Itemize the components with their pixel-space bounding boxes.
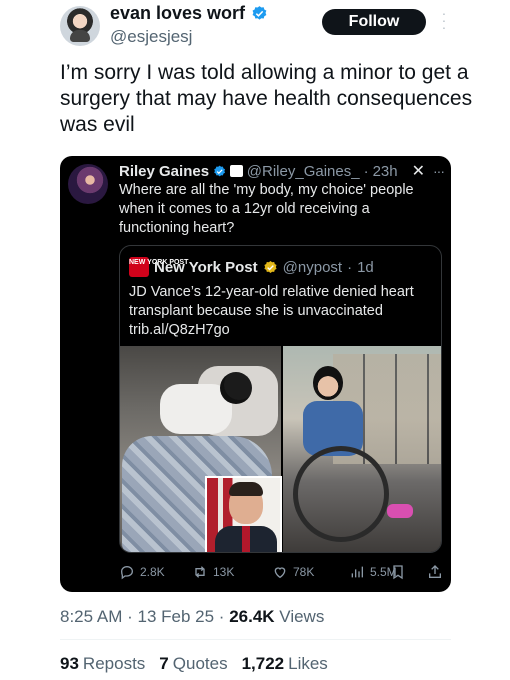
- likes-stat[interactable]: 1,722 Likes: [242, 654, 328, 674]
- more-options-icon[interactable]: · · ·: [440, 6, 448, 34]
- gold-verified-badge-icon: [264, 260, 277, 273]
- quoted-tweet-text: JD Vance’s 12-year-old relative denied h…: [129, 284, 414, 338]
- embedded-author-handle[interactable]: @Riley_Gaines_: [247, 163, 360, 180]
- heart-icon: [274, 567, 286, 579]
- photo-girl-wheelchair[interactable]: [283, 346, 441, 552]
- embedded-tweet-card[interactable]: Riley Gaines @Riley_Gaines_ · 23h ✕ ··· …: [60, 156, 451, 592]
- like-count: 78K: [293, 565, 315, 579]
- quotes-stat[interactable]: 7 Quotes: [159, 654, 227, 674]
- views-label: Views: [279, 607, 325, 626]
- reposts-label: Reposts: [82, 654, 146, 673]
- embedded-author-avatar[interactable]: [68, 164, 108, 204]
- separator-dot: ·: [347, 258, 353, 276]
- reposts-count: 93: [60, 654, 79, 673]
- repost-count: 13K: [213, 565, 235, 579]
- share-icon: [429, 565, 441, 578]
- embedded-author-row: Riley Gaines @Riley_Gaines_ · 23h ✕ ···: [119, 161, 445, 181]
- embedded-action-bar: 2.8K 13K 78K 5.5M: [60, 560, 451, 586]
- engagement-stats: 93 Reposts 7 Quotes 1,722 Likes: [60, 654, 328, 674]
- author-display-name[interactable]: evan loves worf: [110, 3, 245, 24]
- tweet-time[interactable]: 8:25 AM: [60, 607, 122, 626]
- quotes-count: 7: [159, 654, 169, 673]
- views-chart-icon: [351, 566, 363, 578]
- embedded-author-name[interactable]: Riley Gaines: [119, 163, 209, 180]
- reply-count: 2.8K: [140, 565, 165, 579]
- share-action[interactable]: [427, 564, 443, 580]
- embedded-tweet-text: Where are all the 'my body, my choice' p…: [119, 182, 414, 236]
- quoted-tweet-time[interactable]: 1d: [357, 259, 374, 276]
- likes-count: 1,722: [241, 654, 285, 673]
- tweet-meta: 8:25 AM · 13 Feb 25 · 26.4K Views: [60, 607, 324, 627]
- quoted-tweet[interactable]: NEW YORK POST New York Post @nypost · 1d…: [119, 245, 442, 553]
- tweet-date[interactable]: 13 Feb 25: [138, 607, 215, 626]
- grok-icon[interactable]: ✕: [412, 161, 425, 181]
- nypost-logo: NEW YORK POST: [129, 257, 188, 277]
- hair: [229, 482, 263, 496]
- verified-badge-icon: [252, 6, 267, 20]
- follow-button[interactable]: Follow: [322, 9, 426, 35]
- embedded-tweet-time[interactable]: 23h: [373, 163, 398, 180]
- photo-inset-portrait[interactable]: [205, 476, 282, 552]
- like-action[interactable]: 78K: [272, 564, 314, 580]
- repost-action[interactable]: 13K: [192, 564, 234, 580]
- separator-dot: ·: [127, 607, 138, 626]
- quoted-author-name[interactable]: New York Post: [154, 259, 258, 276]
- tie: [242, 526, 250, 552]
- views-count-main: 26.4K: [229, 607, 275, 626]
- author-name-row: evan loves worf: [110, 3, 268, 24]
- quotes-label: Quotes: [172, 654, 228, 673]
- repost-icon: [195, 566, 205, 578]
- likes-label: Likes: [288, 654, 328, 673]
- separator-dot: ·: [363, 162, 369, 180]
- quoted-author-handle[interactable]: @nypost: [283, 259, 342, 276]
- head: [220, 372, 252, 404]
- pink-shoe: [387, 504, 413, 518]
- embedded-more-icon[interactable]: ···: [433, 163, 445, 179]
- author-handle[interactable]: @esjesjesj: [110, 27, 192, 47]
- bookmark-icon: [393, 565, 403, 580]
- reposts-stat[interactable]: 93 Reposts: [60, 654, 145, 674]
- divider: [60, 639, 451, 640]
- embedded-verified-badge-icon: [214, 165, 226, 176]
- reply-action[interactable]: 2.8K: [119, 564, 165, 580]
- affiliation-badge-icon: [230, 165, 243, 177]
- quoted-author-row: NEW YORK POST New York Post @nypost · 1d: [129, 257, 374, 277]
- separator-dot: ·: [218, 607, 230, 626]
- wheelchair-wheel: [293, 446, 389, 542]
- bookmark-action[interactable]: [390, 564, 406, 580]
- tweet-text: I’m sorry I was told allowing a minor to…: [60, 61, 473, 136]
- author-avatar[interactable]: [60, 6, 100, 46]
- head: [313, 366, 343, 400]
- reply-icon: [120, 565, 134, 580]
